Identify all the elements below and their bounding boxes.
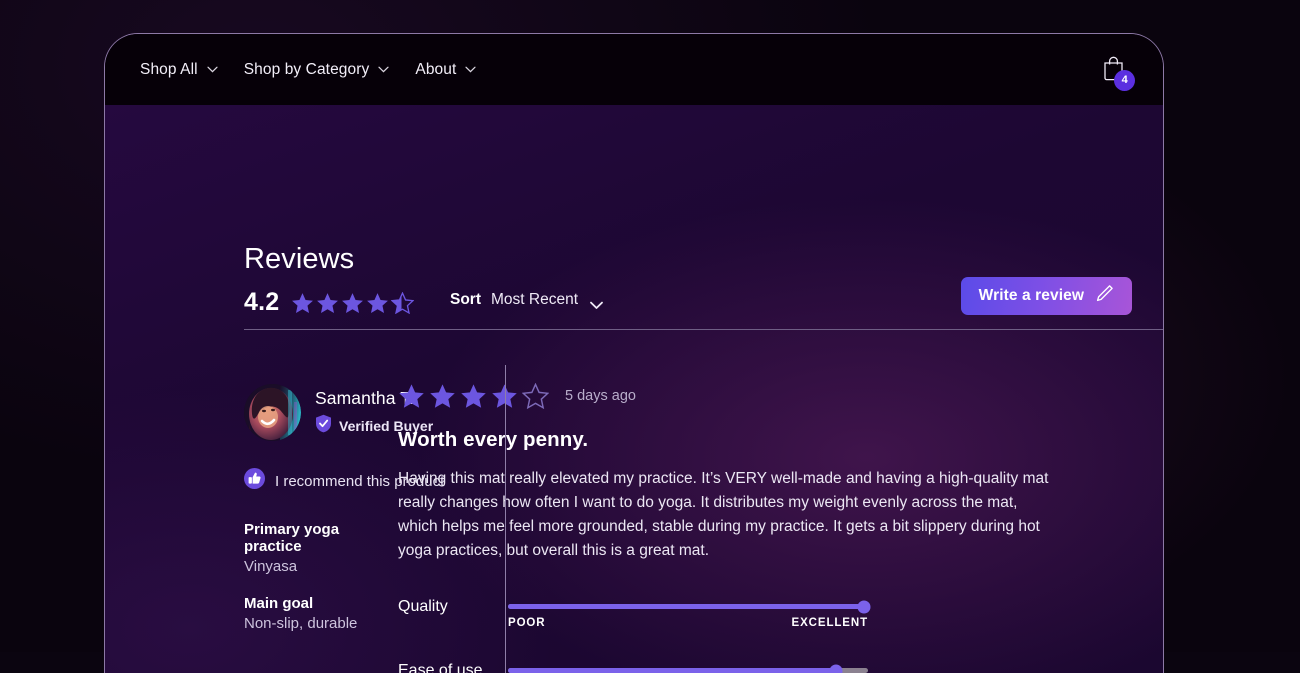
review-item: Samantha T. Verified Buyer I recommend t…	[105, 350, 1163, 673]
chevron-down-icon	[207, 66, 218, 73]
review-date: 5 days ago	[565, 388, 636, 404]
star-filled-icon	[342, 292, 364, 313]
chevron-down-icon	[378, 66, 389, 73]
slider-knob[interactable]	[829, 664, 843, 673]
header-divider	[244, 329, 1163, 330]
summary-star-rating	[291, 291, 415, 314]
slider-high-label: EXCELLENT	[791, 617, 868, 629]
reviewer-attribute-value: Vinyasa	[244, 558, 298, 575]
slider-fill	[508, 604, 865, 609]
pencil-icon	[1095, 284, 1114, 308]
nav-item-shop-by-category[interactable]: Shop by Category	[244, 61, 390, 79]
cart-button[interactable]: 4	[1093, 50, 1135, 91]
attribute-rating-quality: Quality POOR EXCELLENT	[398, 592, 1103, 629]
nav-item-shop-by-category-label: Shop by Category	[243, 60, 370, 78]
reviewer-attribute: Main goal Non-slip, durable	[244, 595, 366, 632]
shield-check-icon	[315, 414, 332, 438]
sort-control[interactable]: Sort Most Recent	[450, 291, 603, 309]
slider-track[interactable]	[508, 600, 871, 613]
attribute-rating-label: Quality	[398, 598, 448, 615]
star-half-icon	[391, 291, 415, 314]
star-filled-icon	[317, 292, 339, 313]
star-filled-icon	[430, 384, 455, 408]
review-star-rating: 5 days ago	[398, 383, 1103, 409]
sort-label: Sort	[450, 291, 481, 308]
nav-item-about-label: About	[415, 60, 457, 78]
slider-low-label: POOR	[508, 617, 546, 629]
attribute-rating-label: Ease of use	[398, 662, 483, 673]
device-frame: Shop All Shop by Category About 4 Review…	[104, 33, 1164, 673]
reviewer-attribute-value: Non-slip, durable	[244, 615, 358, 632]
write-review-button[interactable]: Write a review	[960, 277, 1132, 315]
attribute-rating-slider[interactable]: POOR EXCELLENT	[508, 656, 868, 673]
star-outline-icon	[522, 383, 549, 409]
sort-selected-value[interactable]: Most Recent	[491, 291, 578, 309]
star-filled-icon	[292, 292, 314, 313]
review-body-text: Having this mat really elevated my pract…	[398, 470, 1049, 559]
rating-summary: 4.2	[244, 288, 415, 317]
review-title: Worth every penny.	[398, 428, 589, 451]
page-title: Reviews	[244, 243, 355, 275]
column-divider	[505, 365, 506, 673]
chevron-down-icon[interactable]	[590, 296, 603, 309]
avatar	[244, 384, 301, 441]
reviewer-attribute-label: Main goal	[244, 595, 314, 612]
nav-item-list: Shop All Shop by Category About	[140, 61, 476, 79]
reviewer-identity: Samantha T. Verified Buyer	[244, 384, 433, 441]
chevron-down-icon	[465, 66, 476, 73]
slider-track[interactable]	[508, 664, 868, 673]
cart-count-badge: 4	[1114, 69, 1135, 91]
write-review-button-label: Write a review	[978, 287, 1084, 304]
slider-end-labels: POOR EXCELLENT	[508, 617, 868, 629]
review-content: 5 days ago Worth every penny. Having thi…	[366, 350, 1163, 673]
thumbs-up-icon	[244, 468, 265, 494]
star-filled-icon	[367, 292, 389, 313]
star-filled-icon	[399, 384, 424, 408]
star-filled-icon	[461, 384, 486, 408]
reviewer-attribute: Primary yoga practice Vinyasa	[244, 521, 366, 575]
user-avatar-photo	[244, 384, 301, 441]
reviews-page: Reviews 4.2 Sort Most Recent Write a rev…	[105, 105, 1163, 673]
nav-item-shop-all[interactable]: Shop All	[140, 61, 218, 79]
top-navigation-bar: Shop All Shop by Category About 4	[105, 34, 1163, 105]
reviewer-panel: Samantha T. Verified Buyer I recommend t…	[105, 350, 444, 673]
nav-item-shop-all-label: Shop All	[140, 60, 198, 78]
slider-knob[interactable]	[857, 600, 871, 613]
reviewer-attribute-label: Primary yoga practice	[244, 521, 340, 555]
recommendation-row: I recommend this product	[244, 468, 444, 494]
attribute-rating-ease-of-use: Ease of use POOR EXCELLENT	[398, 656, 1103, 673]
nav-item-about[interactable]: About	[415, 61, 476, 79]
slider-fill	[508, 668, 836, 673]
attribute-rating-slider[interactable]: POOR EXCELLENT	[508, 592, 871, 629]
attribute-ratings-list: Quality POOR EXCELLENT Ease of use	[398, 592, 1103, 673]
average-rating-score: 4.2	[244, 288, 280, 316]
